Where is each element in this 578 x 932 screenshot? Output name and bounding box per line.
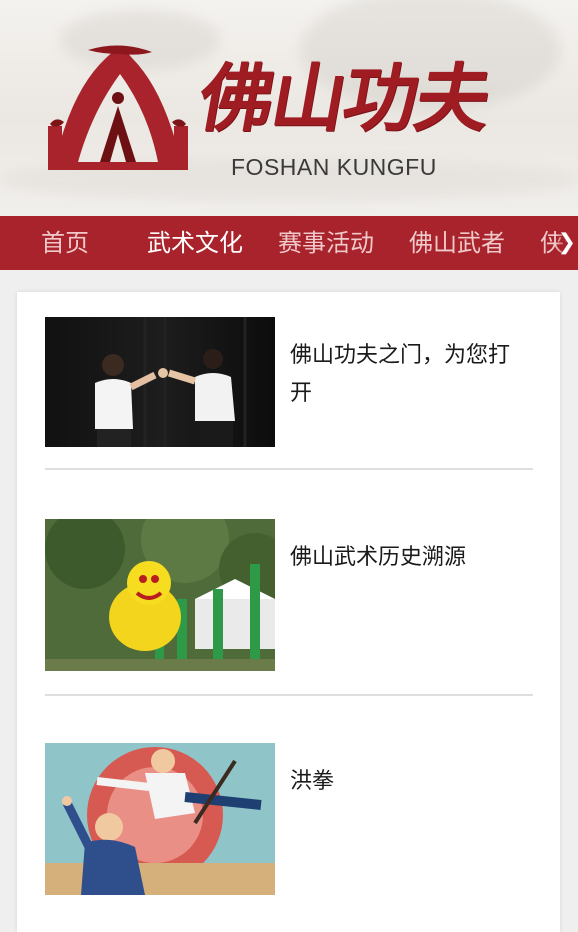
list-item[interactable]: 洪拳 bbox=[45, 743, 533, 895]
logo-title[interactable]: 佛山功夫 bbox=[192, 56, 495, 142]
article-title[interactable]: 佛山武术历史溯源 bbox=[290, 539, 530, 577]
article-list: 佛山功夫之门，为您打开 佛山武术历史溯源 洪拳 bbox=[17, 292, 560, 932]
nav-item-home[interactable]: 首页 bbox=[41, 216, 89, 270]
nav-item-martial-culture[interactable]: 武术文化 bbox=[147, 216, 243, 270]
chevron-right-icon[interactable]: ❯ bbox=[556, 216, 578, 270]
site-header: 佛山功夫 FOSHAN KUNGFU bbox=[0, 0, 578, 216]
list-item[interactable]: 佛山武术历史溯源 bbox=[45, 519, 533, 671]
article-title[interactable]: 洪拳 bbox=[290, 763, 530, 801]
category-nav: 首页 武术文化 赛事活动 佛山武者 侠光 ❯ bbox=[0, 216, 578, 270]
nav-item-events[interactable]: 赛事活动 bbox=[278, 216, 374, 270]
kungfu-children-photo[interactable] bbox=[45, 317, 275, 447]
article-title[interactable]: 佛山功夫之门，为您打开 bbox=[290, 337, 530, 413]
lion-dance-photo[interactable] bbox=[45, 519, 275, 671]
divider bbox=[45, 468, 533, 470]
logo-subtitle: FOSHAN KUNGFU bbox=[231, 154, 437, 180]
list-item[interactable]: 佛山功夫之门，为您打开 bbox=[45, 317, 533, 447]
hung-gar-illustration[interactable] bbox=[45, 743, 275, 895]
divider bbox=[45, 694, 533, 696]
nav-item-foshan-warriors[interactable]: 佛山武者 bbox=[409, 216, 505, 270]
gate-emblem-icon[interactable] bbox=[48, 44, 188, 174]
